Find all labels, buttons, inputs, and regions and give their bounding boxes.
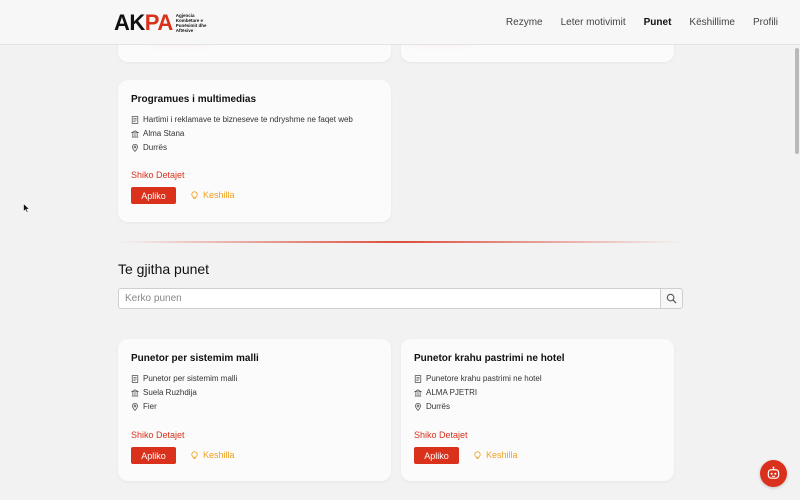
job-company-row: ALMA PJETRI [414, 388, 477, 397]
job-company-row: Suela Ruzhdija [131, 388, 197, 397]
job-description-row: Punetor per sistemim malli [131, 374, 237, 383]
lightbulb-icon [191, 450, 198, 459]
search-input[interactable] [118, 288, 660, 309]
logo-mark: AKPA [114, 10, 173, 35]
job-title: Programues i multimedias [131, 94, 257, 105]
job-location: Durrës [426, 402, 451, 411]
job-card: Programues i multimedias Hartimi i rekla… [118, 80, 391, 222]
section-divider [118, 241, 682, 243]
document-icon [414, 374, 422, 383]
job-card: Punetor per sistemim malli Punetor per s… [118, 339, 391, 481]
top-navbar: AKPA Agjencia Kombëtare e Punësimit dhe … [0, 0, 800, 45]
advice-button[interactable]: Keshilla [473, 450, 518, 460]
nav-keshillime[interactable]: Këshillime [689, 17, 735, 28]
lightbulb-icon [191, 190, 198, 199]
advice-button[interactable]: Keshilla [190, 190, 235, 200]
search-button[interactable] [660, 288, 683, 309]
job-company: Suela Ruzhdija [143, 388, 197, 397]
nav-rezyme[interactable]: Rezyme [506, 17, 543, 28]
document-icon [131, 374, 139, 383]
logo-subtitle: Agjencia Kombëtare e Punësimit dhe Aftës… [175, 13, 207, 33]
location-icon [415, 402, 421, 411]
details-link[interactable]: Shiko Detajet [131, 430, 185, 440]
job-location-row: Durrës [414, 402, 450, 411]
job-card: Punetor krahu pastrimi ne hotel Punetore… [401, 339, 674, 481]
apply-button[interactable]: Apliko [131, 187, 176, 204]
nav-punet[interactable]: Punet [644, 17, 672, 28]
advice-label: Keshilla [486, 450, 518, 460]
apply-button[interactable]: Apliko [131, 447, 176, 464]
details-link[interactable]: Shiko Detajet [131, 170, 185, 180]
job-title: Punetor per sistemim malli [131, 353, 259, 364]
job-description: Hartimi i reklamave te bizneseve te ndry… [143, 115, 353, 124]
location-icon [132, 402, 138, 411]
advice-button[interactable]: Keshilla [190, 450, 235, 460]
chatbot-icon [767, 466, 780, 479]
search-icon [666, 293, 677, 304]
job-description: Punetore krahu pastrimi ne hotel [426, 374, 542, 383]
location-icon [132, 143, 138, 152]
job-search [118, 288, 683, 309]
job-location: Durrës [143, 143, 168, 152]
lightbulb-icon [474, 450, 481, 459]
building-icon [131, 129, 139, 137]
job-company: ALMA PJETRI [426, 388, 478, 397]
job-title: Punetor krahu pastrimi ne hotel [414, 353, 565, 364]
job-location-row: Fier [131, 402, 157, 411]
job-company: Alma Stana [143, 129, 185, 138]
chatbot-button[interactable] [760, 460, 787, 487]
building-icon [414, 388, 422, 396]
job-location: Fier [143, 402, 157, 411]
apply-button[interactable]: Apliko [414, 447, 459, 464]
job-location-row: Durrës [131, 143, 167, 152]
building-icon [131, 388, 139, 396]
main-nav: Rezyme Leter motivimit Punet Këshillime … [506, 0, 778, 45]
job-description-row: Hartimi i reklamave te bizneseve te ndry… [131, 115, 353, 124]
mouse-cursor-icon [23, 203, 31, 213]
page-scrollbar[interactable] [795, 48, 799, 154]
advice-label: Keshilla [203, 450, 235, 460]
document-icon [131, 115, 139, 124]
section-title: Te gjitha punet [118, 261, 210, 277]
details-link[interactable]: Shiko Detajet [414, 430, 468, 440]
nav-profili[interactable]: Profili [753, 17, 778, 28]
job-description-row: Punetore krahu pastrimi ne hotel [414, 374, 542, 383]
job-description: Punetor per sistemim malli [143, 374, 238, 383]
nav-leter-motivimit[interactable]: Leter motivimit [561, 17, 626, 28]
job-company-row: Alma Stana [131, 129, 184, 138]
advice-label: Keshilla [203, 190, 235, 200]
akpa-logo[interactable]: AKPA Agjencia Kombëtare e Punësimit dhe … [114, 12, 216, 34]
